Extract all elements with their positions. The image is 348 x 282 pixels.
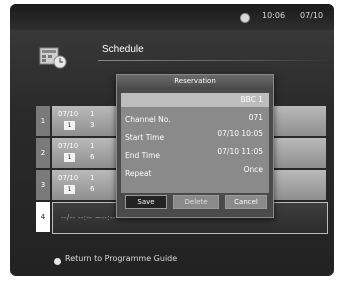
dialog-title: Reservation (117, 75, 273, 87)
end-time-value[interactable]: 07/10 11:05 (217, 147, 263, 156)
title-divider (98, 60, 334, 61)
row-number: 4 (36, 202, 50, 232)
channel-badge: 1 (64, 185, 75, 194)
reservation-dialog: Reservation BBC 1 Channel No. 071 Start … (116, 74, 274, 218)
row-time: 1 (90, 174, 95, 182)
start-time-value[interactable]: 07/10 10:05 (217, 129, 263, 138)
row-duration: 6 (90, 153, 95, 161)
row-date: 07/10 (58, 110, 79, 118)
clock-icon (240, 13, 250, 23)
status-bar: 10:06 07/10 (10, 4, 334, 30)
repeat-label: Repeat (125, 169, 152, 178)
channel-badge: 1 (64, 121, 75, 130)
repeat-value[interactable]: Once (244, 165, 263, 174)
row-number: 3 (36, 170, 50, 200)
row-date: 07/10 (58, 142, 79, 150)
row-duration: 3 (90, 121, 95, 129)
channel-badge: 1 (64, 153, 75, 162)
row-number: 1 (36, 106, 50, 136)
row-number: 2 (36, 138, 50, 168)
channel-name: BBC 1 (240, 95, 263, 104)
row-time: 1 (90, 110, 95, 118)
status-time: 10:06 (262, 11, 286, 20)
return-to-guide-link[interactable]: Return to Programme Guide (65, 254, 177, 263)
page-title: Schedule (102, 44, 144, 55)
start-time-label: Start Time (125, 133, 165, 142)
dialog-body: BBC 1 Channel No. 071 Start Time 07/10 1… (121, 93, 269, 193)
status-date: 07/10 (300, 11, 324, 20)
cancel-button[interactable]: Cancel (225, 195, 267, 209)
row-time: 1 (90, 142, 95, 150)
channel-no-label: Channel No. (125, 115, 171, 124)
tv-screen: 10:06 07/10 Schedule 1 07/10 1 1 3 2 07/… (10, 4, 334, 276)
end-time-label: End Time (125, 151, 160, 160)
row-duration: 6 (90, 185, 95, 193)
row-date: 07/10 (58, 174, 79, 182)
channel-name-field[interactable]: BBC 1 (121, 93, 269, 107)
channel-no-value[interactable]: 071 (249, 113, 263, 122)
save-button[interactable]: Save (125, 195, 167, 209)
empty-slot-text: --/-- --:-- ~--:-- (61, 213, 116, 222)
delete-button[interactable]: Delete (173, 195, 219, 209)
schedule-icon (39, 47, 67, 69)
return-button-icon (54, 258, 61, 265)
